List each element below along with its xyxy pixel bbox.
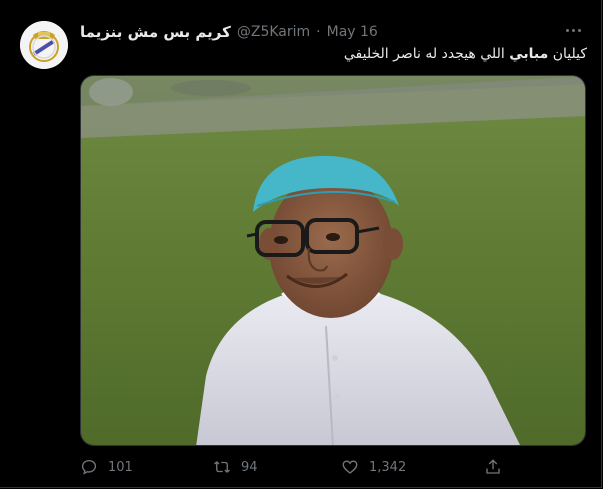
tweet-header: كريم بس مش بنزيما @Z5Karim · May 16 — [80, 21, 378, 43]
separator-dot: · — [316, 24, 321, 40]
like-button[interactable]: 1,342 — [341, 456, 406, 478]
reply-button[interactable]: 101 — [80, 456, 133, 478]
tweet-text-bold: مبابي — [509, 46, 549, 62]
tweet-text-part2: اللي هيجدد له ناصر الخليفي — [343, 46, 510, 62]
like-count: 1,342 — [369, 459, 407, 475]
tweet-text: كيليان مبابي اللي هيجدد له ناصر الخليفي — [80, 43, 587, 65]
display-name[interactable]: كريم بس مش بنزيما — [80, 23, 231, 41]
retweet-count: 94 — [241, 459, 258, 475]
tweet-actions: 101 94 1,342 — [80, 456, 510, 478]
tweet-text-part1: كيليان — [548, 46, 587, 62]
retweet-button[interactable]: 94 — [213, 456, 258, 478]
more-options-icon[interactable] — [563, 22, 583, 38]
tweet-date[interactable]: May 16 — [327, 24, 378, 40]
tweet-photo[interactable] — [80, 75, 586, 446]
avatar[interactable] — [20, 21, 68, 69]
tweet-card[interactable]: كريم بس مش بنزيما @Z5Karim · May 16 كيلي… — [0, 0, 602, 488]
real-madrid-crest-icon — [20, 21, 68, 69]
retweet-icon — [214, 461, 230, 473]
photo-image — [81, 76, 585, 445]
share-button[interactable] — [484, 456, 502, 478]
heart-icon — [342, 460, 358, 474]
reply-icon — [81, 459, 97, 475]
share-icon — [486, 459, 500, 474]
reply-count: 101 — [108, 459, 133, 475]
user-handle[interactable]: @Z5Karim — [237, 24, 310, 40]
